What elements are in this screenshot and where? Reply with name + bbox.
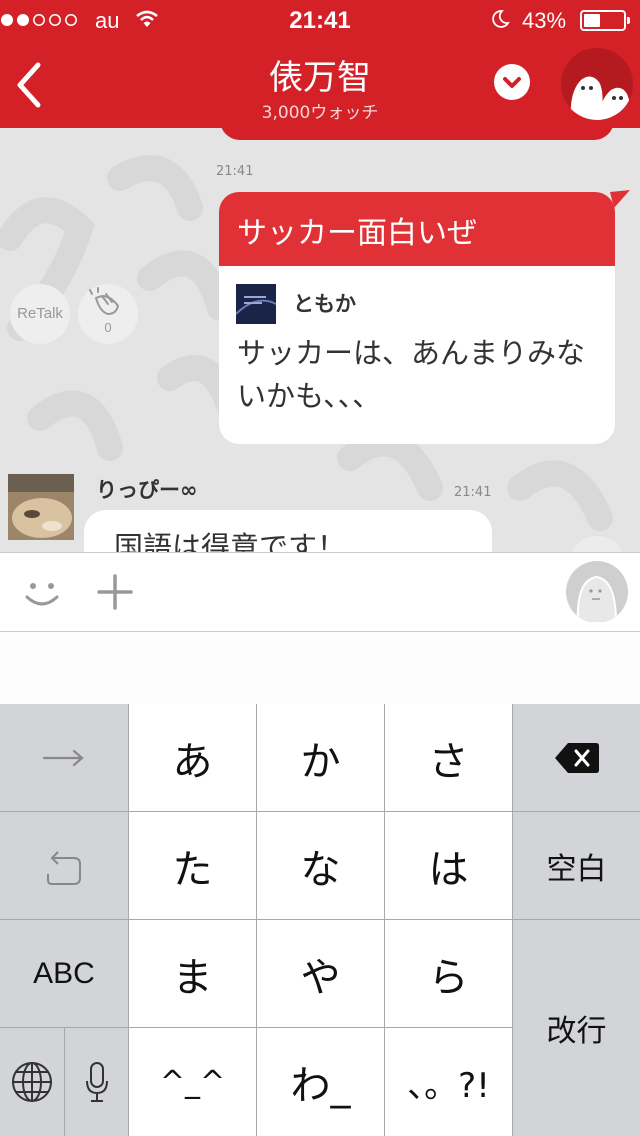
key-ka[interactable]: か	[257, 704, 384, 811]
previous-message-bubble[interactable]	[220, 128, 614, 140]
backspace-icon	[554, 742, 599, 773]
quoted-message-text: サッカーは、あんまりみないかも、、、	[237, 336, 586, 413]
sent-message-bubble[interactable]: サッカー面白いぜ ともか サッカーは、あんまりみないかも、、、	[219, 192, 615, 444]
battery-icon	[580, 10, 630, 31]
undo-icon	[47, 850, 81, 885]
key-wa[interactable]: わ_	[257, 1028, 384, 1136]
user-avatar[interactable]	[8, 474, 74, 540]
plus-icon[interactable]	[96, 573, 134, 611]
key-delete[interactable]	[513, 704, 640, 811]
message-timestamp: 21:41	[216, 164, 254, 179]
sent-message-text: サッカー面白いぜ	[219, 192, 615, 266]
key-undo[interactable]	[0, 812, 128, 919]
key-face[interactable]: ^_^	[129, 1028, 256, 1136]
character-stamp-button[interactable]	[566, 561, 628, 623]
chat-area[interactable]: 21:41 サッカー面白いぜ ともか サッカーは、あんまりみないかも、、、 Re…	[0, 128, 640, 552]
key-next-arrow[interactable]	[0, 704, 128, 811]
watch-count: 3,000ウォッチ	[261, 103, 379, 123]
key-punctuation[interactable]: 、。?!	[385, 1028, 512, 1136]
globe-icon	[12, 1062, 52, 1102]
key-abc[interactable]: ABC	[0, 920, 128, 1027]
key-ya[interactable]: や	[257, 920, 384, 1027]
key-ra[interactable]: ら	[385, 920, 512, 1027]
retalk-button[interactable]: ReTalk	[10, 284, 70, 344]
message-input-toolbar	[0, 552, 640, 632]
key-globe[interactable]	[0, 1028, 64, 1136]
received-timestamp: 21:41	[454, 485, 492, 500]
key-space[interactable]: 空白	[513, 812, 640, 919]
key-na[interactable]: な	[257, 812, 384, 919]
dropdown-button[interactable]	[494, 64, 530, 100]
ghost-characters-icon	[570, 76, 630, 120]
arrow-right-icon	[42, 749, 84, 766]
smiley-icon[interactable]	[22, 573, 62, 613]
quoted-user-thumbnail	[235, 284, 277, 324]
key-return[interactable]: 改行	[513, 920, 640, 1136]
status-bar: au 21:41 43%	[0, 0, 640, 40]
clap-button[interactable]: 0	[78, 284, 138, 344]
sender-name: りっぴー∞	[96, 478, 198, 502]
key-sa[interactable]: さ	[385, 704, 512, 811]
kana-keyboard: ABC あ か さ た な は ま や ら ^_^ わ_ 、。?! 空白 改行	[0, 704, 640, 1136]
character-icon	[576, 575, 618, 623]
battery-percent: 43%	[522, 8, 567, 33]
message-text-field[interactable]	[0, 632, 640, 704]
key-microphone[interactable]	[65, 1028, 128, 1136]
received-message-text: 国語は得意です！	[114, 530, 347, 552]
quoted-user-name: ともか	[293, 292, 356, 316]
character-avatar-button[interactable]	[561, 48, 633, 120]
key-a[interactable]: あ	[129, 704, 256, 811]
chevron-down-icon	[503, 77, 521, 88]
key-ha[interactable]: は	[385, 812, 512, 919]
microphone-icon	[85, 1062, 108, 1102]
clapping-hands-icon	[89, 287, 120, 316]
do-not-disturb-moon-icon	[492, 10, 510, 28]
key-ta[interactable]: た	[129, 812, 256, 919]
key-ma[interactable]: ま	[129, 920, 256, 1027]
battery-level	[584, 14, 600, 27]
page-title: 俵万智	[269, 58, 371, 98]
clap-count: 0	[104, 320, 112, 335]
navigation-bar: 俵万智 3,000ウォッチ	[0, 40, 640, 128]
